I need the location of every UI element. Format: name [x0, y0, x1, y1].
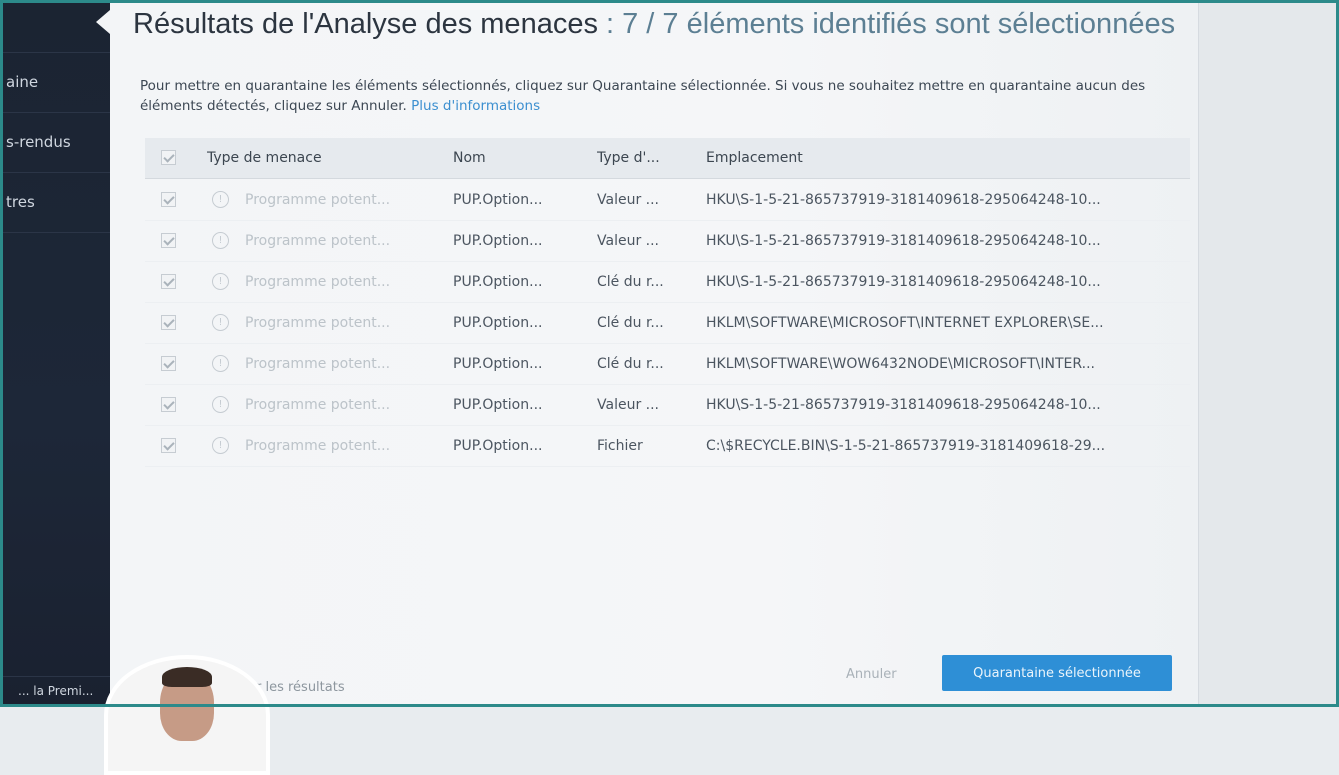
- cell-objtype: Valeur ...: [597, 192, 660, 208]
- cell-name: PUP.Option...: [453, 356, 543, 372]
- header-objtype[interactable]: Type d'...: [597, 138, 697, 178]
- sidebar-item-label: tres: [6, 192, 35, 211]
- cell-name: PUP.Option...: [453, 438, 543, 454]
- cell-location: HKU\S-1-5-21-865737919-3181409618-295064…: [706, 233, 1101, 249]
- cell-location: HKLM\SOFTWARE\MICROSOFT\INTERNET EXPLORE…: [706, 315, 1104, 331]
- table-row[interactable]: ! Programme potent... PUP.Option... Clé du …: [145, 344, 1190, 385]
- info-icon: !: [212, 191, 229, 208]
- row-checkbox[interactable]: [161, 315, 176, 330]
- more-info-link[interactable]: Plus d'informations: [411, 98, 540, 114]
- row-checkbox[interactable]: [161, 438, 176, 453]
- export-results-link[interactable]: r les résultats: [256, 680, 345, 695]
- description: Pour mettre en quarantaine les éléments …: [140, 76, 1180, 116]
- table-row[interactable]: ! Programme potent... PUP.Option... Valeur …: [145, 221, 1190, 262]
- row-checkbox[interactable]: [161, 192, 176, 207]
- cell-name: PUP.Option...: [453, 274, 543, 290]
- header-type[interactable]: Type de menace: [207, 138, 427, 178]
- cell-type: Programme potent...: [245, 397, 391, 413]
- sidebar-item-label: aine: [6, 72, 39, 91]
- right-pane: [1198, 0, 1339, 707]
- title-sep: :: [597, 8, 623, 40]
- cell-location: HKLM\SOFTWARE\WOW6432NODE\MICROSOFT\INTE…: [706, 356, 1095, 372]
- table-row[interactable]: ! Programme potent... PUP.Option... Valeur …: [145, 180, 1190, 221]
- cell-name: PUP.Option...: [453, 397, 543, 413]
- cell-type: Programme potent...: [245, 438, 391, 454]
- cancel-button[interactable]: Annuler: [846, 667, 897, 682]
- cell-type: Programme potent...: [245, 192, 391, 208]
- table-header: Type de menace Nom Type d'... Emplacemen…: [145, 138, 1190, 179]
- cell-name: PUP.Option...: [453, 233, 543, 249]
- table-row[interactable]: ! Programme potent... PUP.Option... Clé du …: [145, 262, 1190, 303]
- cell-objtype: Clé du r...: [597, 315, 664, 331]
- header-location[interactable]: Emplacement: [706, 138, 1186, 178]
- quarantine-button-label: Quarantaine sélectionnée: [973, 665, 1141, 681]
- cell-type: Programme potent...: [245, 233, 391, 249]
- cell-name: PUP.Option...: [453, 192, 543, 208]
- info-icon: !: [212, 273, 229, 290]
- page-title: Résultats de l'Analyse des menaces : 7 /…: [133, 8, 1193, 41]
- panel-pointer: [96, 10, 110, 34]
- table-row[interactable]: ! Programme potent... PUP.Option... Clé du …: [145, 303, 1190, 344]
- header-name[interactable]: Nom: [453, 138, 583, 178]
- cell-objtype: Valeur ...: [597, 233, 660, 249]
- cell-type: Programme potent...: [245, 315, 391, 331]
- title-suffix: éléments identifiés sont sélectionnées: [678, 8, 1176, 40]
- row-checkbox[interactable]: [161, 397, 176, 412]
- cell-objtype: Valeur ...: [597, 397, 660, 413]
- info-icon: !: [212, 437, 229, 454]
- cell-location: HKU\S-1-5-21-865737919-3181409618-295064…: [706, 192, 1101, 208]
- row-checkbox[interactable]: [161, 274, 176, 289]
- cell-objtype: Clé du r...: [597, 356, 664, 372]
- info-icon: !: [212, 396, 229, 413]
- cell-objtype: Clé du r...: [597, 274, 664, 290]
- avatar-hair: [162, 667, 212, 687]
- title-main: Résultats de l'Analyse des menaces: [133, 8, 598, 40]
- info-icon: !: [212, 314, 229, 331]
- description-text: Pour mettre en quarantaine les éléments …: [140, 78, 1146, 114]
- quarantine-selected-button[interactable]: Quarantaine sélectionnée: [942, 655, 1172, 691]
- cell-type: Programme potent...: [245, 274, 391, 290]
- cell-location: C:\$RECYCLE.BIN\S-1-5-21-865737919-31814…: [706, 438, 1106, 454]
- sidebar-item-label: s-rendus: [6, 132, 71, 151]
- cell-location: HKU\S-1-5-21-865737919-3181409618-295064…: [706, 397, 1101, 413]
- cell-type: Programme potent...: [245, 356, 391, 372]
- sidebar-bottom-label: ... la Premi...: [18, 684, 94, 698]
- cell-name: PUP.Option...: [453, 315, 543, 331]
- table-row[interactable]: ! Programme potent... PUP.Option... Fichier…: [145, 426, 1190, 467]
- row-checkbox[interactable]: [161, 233, 176, 248]
- title-count: 7 / 7: [622, 8, 679, 40]
- cell-location: HKU\S-1-5-21-865737919-3181409618-295064…: [706, 274, 1101, 290]
- info-icon: !: [212, 232, 229, 249]
- cell-objtype: Fichier: [597, 438, 643, 454]
- user-avatar: [104, 655, 270, 775]
- info-icon: !: [212, 355, 229, 372]
- row-checkbox[interactable]: [161, 356, 176, 371]
- table-row[interactable]: ! Programme potent... PUP.Option... Valeur …: [145, 385, 1190, 426]
- select-all-checkbox[interactable]: [161, 150, 176, 165]
